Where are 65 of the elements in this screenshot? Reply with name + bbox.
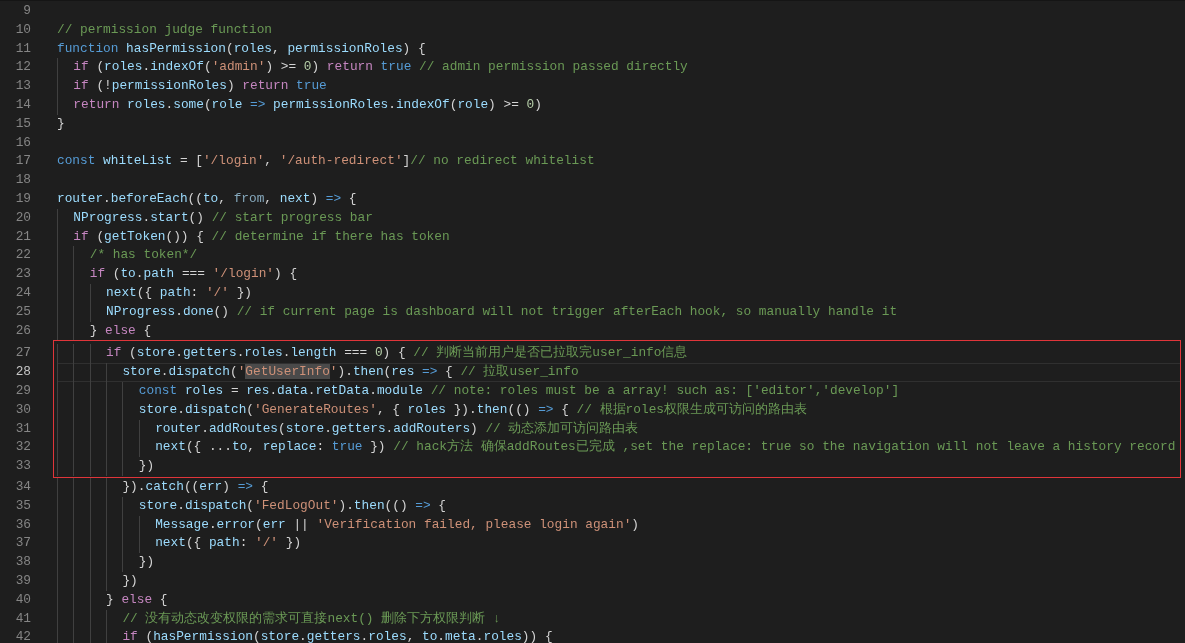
line-number: 39 [14,571,32,590]
code-line: } [57,114,65,133]
line-number: 27 [14,344,32,363]
code-line: if (!permissionRoles) return true [73,77,327,96]
code-line: next({ path: '/' }) [106,283,252,302]
line-number: 24 [14,283,32,302]
code-line: if (hasPermission(store.getters.roles, to.meta.roles)) { [122,628,553,643]
code-line: // 没有动态改变权限的需求可直接next() 删除下方权限判断 ↓ [122,609,501,628]
line-number: 21 [14,227,32,246]
line-number: 40 [14,590,32,609]
line-number: 28 [14,363,32,382]
line-number: 31 [14,419,32,438]
line-number: 17 [14,152,32,171]
line-number: 35 [14,496,32,515]
code-line: store.dispatch('GenerateRoutes', { roles }).then(() => { // 根据roles权限生成可访问的路由表 [138,400,807,419]
line-number: 42 [14,628,32,643]
code-line: const roles = res.data.retData.module // note: roles must be a array! such as: ['editor','develop'] [138,381,900,400]
code-line: } else { [89,321,152,340]
code-line: NProgress.done() // if current page is dashboard will not trigger afterEach hook, so manually handle it [106,302,898,321]
code-line: next({ path: '/' }) [155,534,302,553]
line-number: 23 [14,265,32,284]
code-line: router.addRoutes(store.getters.addRouters) // 动态添加可访问路由表 [155,419,639,438]
line-number: 11 [14,39,32,58]
code-line: Message.error(err || 'Verification failed, please login again') [155,515,639,534]
line-number: 16 [14,133,32,152]
line-number: 41 [14,609,32,628]
line-number: 9 [22,2,32,20]
line-number: 30 [14,400,32,419]
code-line: const whiteList = ['/login', '/auth-redirect']// no redirect whitelist [57,152,595,171]
line-number: 14 [14,96,32,114]
code-line: /* has token*/ [89,246,198,265]
line-number: 20 [14,208,32,227]
line-number: 32 [14,438,32,457]
line-number: 25 [14,302,32,321]
code-line: store.dispatch('FedLogOut').then(() => { [138,496,446,515]
line-number: 37 [14,534,32,553]
code-line: store.dispatch('GetUserInfo').then(res => { // 拉取user_info [122,363,579,382]
line-number: 22 [14,246,32,265]
line-number: 26 [14,321,32,340]
code-line: NProgress.start() // start progress bar [73,208,373,227]
code-line: }).catch((err) => { [122,477,269,496]
code-line: }) [138,553,155,572]
code-line: if (roles.indexOf('admin') >= 0) return true // admin permission passed directly [73,58,688,77]
line-number: 29 [14,381,32,400]
code-line: // permission judge function [57,20,273,39]
code-line: if (store.getters.roles.length === 0) { // 判断当前用户是否已拉取完user_info信息 [106,344,688,363]
code-line: if (getToken()) { // determine if there has token [73,227,450,246]
line-number: 38 [14,553,32,572]
code-line: router.beforeEach((to, from, next) => { [57,189,357,208]
line-number: 34 [14,477,32,496]
line-number: 12 [14,58,32,77]
line-number: 33 [14,457,32,476]
line-number: 10 [14,20,32,39]
line-number: 13 [14,77,32,96]
code-line: function hasPermission(roles, permissionRoles) { [57,39,426,58]
code-line: next({ ...to, replace: true }) // hack方法 确保addRoutes已完成 ,set the replace: true so the navigation will not leave a history record [155,438,1176,457]
line-number: 15 [14,114,32,133]
code-line: } else { [106,590,168,609]
code-line: if (to.path === '/login') { [89,265,298,284]
line-number: 19 [14,189,32,208]
code-line: }) [138,457,155,476]
line-number: 18 [14,171,32,190]
code-line: }) [122,571,138,590]
line-number: 36 [14,515,32,534]
code-line: return roles.some(role => permissionRoles.indexOf(role) >= 0) [73,96,542,114]
